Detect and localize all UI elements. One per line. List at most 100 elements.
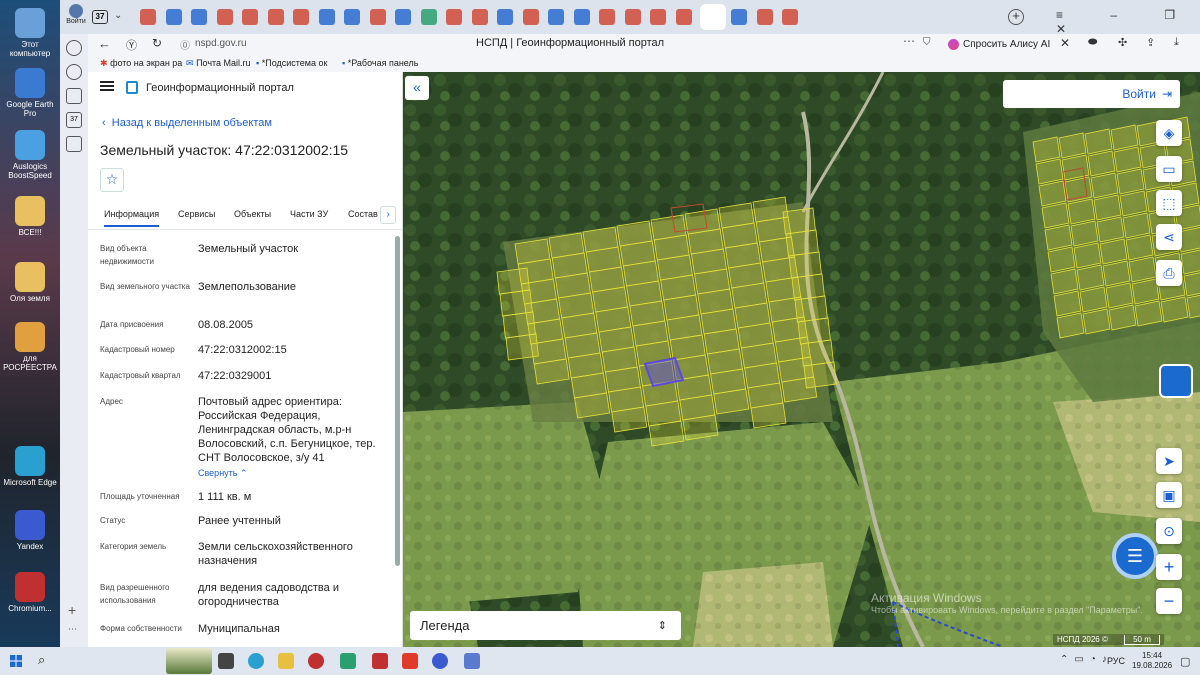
browser-tab[interactable] [471,9,488,25]
collections-icon[interactable] [66,88,82,104]
more-options-icon[interactable]: ⋯ [903,34,915,48]
yandex-y-icon[interactable]: Ⓨ [126,37,137,53]
app-taskbar-icon[interactable] [464,653,480,669]
bookmark-item[interactable]: ✱ фото на экран ра [100,58,182,69]
zoom-in-button[interactable]: + [1156,554,1182,580]
browser-tab[interactable] [624,9,641,25]
satellite-map[interactable] [403,72,1200,647]
tab-count-badge[interactable]: 37 [92,10,108,24]
browser-tab[interactable] [650,9,666,25]
search-location-button[interactable]: ⊙ [1156,518,1182,544]
browser-tab[interactable] [140,9,156,25]
search-icon[interactable]: ⌕ [38,652,45,668]
history-icon[interactable] [66,40,82,56]
desktop-icon[interactable]: Chromium... [2,572,58,613]
desktop-icon[interactable]: Этот компьютер [2,8,58,58]
browser-tab[interactable] [573,9,590,25]
browser-tab[interactable] [395,9,411,25]
tab-objects[interactable]: Объекты [234,209,271,219]
map-view[interactable]: « Войти ⇥ ◈ ▭ ⬚ ⋖ ⎙ ➤ ▣ ⊙ ☰ + − Легенда … [403,72,1200,647]
tab-information[interactable]: Информация [104,209,160,227]
geolocate-button[interactable]: ➤ [1156,448,1182,474]
selected-parcel[interactable] [643,356,685,388]
browser-tab[interactable] [497,9,513,25]
download-icon[interactable]: ⤓ [1174,36,1179,49]
clock[interactable]: 15:44 19.08.2026 [1132,651,1172,671]
profile-avatar[interactable]: Войти [66,4,86,30]
alice-button[interactable]: Спросить Алису AI [942,35,1056,53]
assistant-widget-button[interactable] [1159,364,1193,398]
language-indicator[interactable]: РУС [1107,656,1125,666]
browser-tab[interactable] [731,9,747,25]
print-button[interactable]: ⎙ [1156,260,1182,286]
browser-tab[interactable] [191,9,207,25]
desktop-icon[interactable]: Microsoft Edge [2,446,58,487]
desktop-icon[interactable]: Google Earth Pro [2,68,58,118]
sidebar-more-icon[interactable]: ⋯ [68,624,77,635]
puzzle-icon[interactable]: ✣ [1118,36,1127,49]
media-icon[interactable] [66,136,82,152]
bookmark-icon[interactable]: ⛉ [923,37,931,48]
shield-icon[interactable]: ⬬ [1088,36,1097,49]
widget-news[interactable] [166,648,212,674]
browser-tab[interactable] [318,9,335,25]
chat-button[interactable]: ☰ [1112,533,1158,579]
favorite-button[interactable]: ☆ [100,168,124,192]
browser-tab[interactable] [675,9,692,25]
desktop-icon[interactable]: Auslogics BoostSpeed [2,130,58,180]
collapse-link[interactable]: Свернуть ⌃ [198,468,248,479]
tab-list-chevron-icon[interactable]: ⌄ [114,10,122,21]
select-area-button[interactable]: ⬚ [1156,190,1182,216]
browser-tab[interactable] [242,9,258,25]
browser-tab[interactable] [420,9,437,25]
browser-tab[interactable] [369,9,386,25]
play-icon[interactable] [66,64,82,80]
share-button[interactable]: ⋖ [1156,224,1182,250]
taskview-icon[interactable] [218,653,234,669]
tabs-next-button[interactable]: › [380,206,396,224]
start-button[interactable] [10,655,22,667]
measure-ruler-button[interactable]: ▭ [1156,156,1182,182]
desktop-icon[interactable]: Оля земля [2,262,58,303]
legend-dropdown[interactable]: Легенда ⇕ [410,611,681,640]
site-info-icon[interactable]: ⓪ [180,37,190,52]
reload-icon[interactable]: ↻ [152,36,162,50]
bookmark-item[interactable]: ▪ *Рабочая панель [342,58,418,68]
menu-icon[interactable] [100,81,114,91]
browser-tab[interactable] [446,9,462,25]
share-icon[interactable]: ⇪ [1146,36,1155,49]
chromium-taskbar-icon[interactable] [308,653,324,669]
new-tab-button[interactable]: + [1008,9,1024,25]
browser-tab[interactable] [782,9,798,25]
desktop-icon[interactable]: ВСЕ!!! [2,196,58,237]
layers-button[interactable]: ◈ [1156,120,1182,146]
url-text[interactable]: nspd.gov.ru [195,38,247,49]
browser-tab[interactable] [165,9,182,25]
browser-tab[interactable] [756,9,773,25]
browser-tab[interactable] [599,9,615,25]
map-login-button[interactable]: Войти ⇥ [1003,80,1180,108]
active-tab[interactable] [700,4,726,30]
minimap-button[interactable]: ▣ [1156,482,1182,508]
tabs-counter-icon[interactable]: 37 [66,112,82,128]
scrollbar[interactable] [395,236,400,566]
app-taskbar-icon[interactable] [372,653,388,669]
tab-services[interactable]: Сервисы [178,209,215,219]
edge-taskbar-icon[interactable] [248,653,264,669]
bookmark-item[interactable]: ✉ Почта Mail.ru [186,58,251,69]
back-arrow-icon[interactable]: ← [98,36,111,51]
yandex-browser-taskbar-icon[interactable] [432,653,448,669]
desktop-icon[interactable]: для РОСРЕЕСТРА [2,322,58,372]
browser-tab[interactable] [522,9,539,25]
browser-tab[interactable] [216,9,233,25]
tab-composition[interactable]: Состав [348,209,378,219]
app-taskbar-icon[interactable] [340,653,356,669]
extension-icon[interactable]: ✕ [1060,36,1070,50]
browser-tab[interactable] [267,9,284,25]
yandex-taskbar-icon[interactable] [402,653,418,669]
collapse-panel-button[interactable]: « [405,76,429,100]
notifications-icon[interactable]: ▢ [1180,655,1190,668]
tab-parts[interactable]: Части ЗУ [290,209,328,219]
tray-icons[interactable]: ⌃▭◔♪ [1060,654,1113,665]
browser-tab[interactable] [344,9,360,25]
